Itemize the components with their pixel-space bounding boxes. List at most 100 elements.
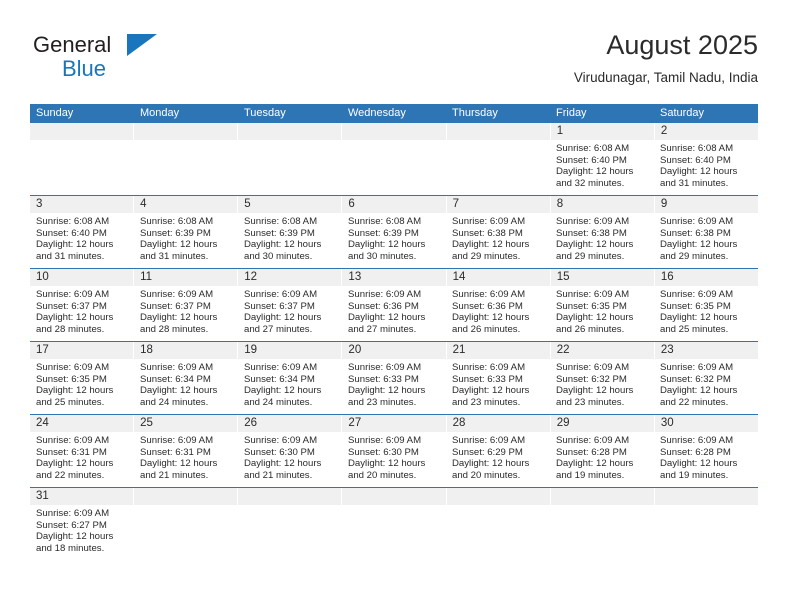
day-number[interactable]: 1 (550, 123, 654, 140)
daylight-text-line2: and 30 minutes. (244, 250, 313, 262)
day-number[interactable]: 10 (30, 269, 134, 286)
daylight-text-line2: and 22 minutes. (36, 469, 105, 481)
day-number[interactable]: 28 (446, 415, 550, 432)
day-cell-empty (342, 140, 446, 195)
daylight-text-line1: Daylight: 12 hours (556, 239, 634, 251)
day-number[interactable]: 21 (446, 342, 550, 359)
daylight-text-line1: Daylight: 12 hours (556, 312, 634, 324)
sunset-text: Sunset: 6:33 PM (348, 373, 419, 385)
day-number[interactable]: 15 (550, 269, 654, 286)
day-cell[interactable]: Sunrise: 6:09 AM Sunset: 6:37 PM Daylight:… (238, 286, 342, 341)
daylight-text-line2: and 26 minutes. (556, 323, 625, 335)
day-cell[interactable]: Sunrise: 6:08 AM Sunset: 6:39 PM Daylight:… (134, 213, 238, 268)
day-number[interactable]: 30 (654, 415, 758, 432)
day-cell[interactable]: Sunrise: 6:08 AM Sunset: 6:40 PM Daylight:… (550, 140, 654, 195)
day-cell[interactable]: Sunrise: 6:09 AM Sunset: 6:36 PM Daylight:… (342, 286, 446, 341)
day-cell[interactable]: Sunrise: 6:09 AM Sunset: 6:31 PM Daylight:… (30, 432, 134, 487)
sunrise-text: Sunrise: 6:09 AM (348, 362, 422, 373)
sunrise-text: Sunrise: 6:09 AM (556, 289, 630, 300)
daylight-text-line2: and 28 minutes. (140, 323, 209, 335)
day-cell[interactable]: Sunrise: 6:09 AM Sunset: 6:35 PM Daylight:… (30, 359, 134, 414)
day-number[interactable]: 23 (654, 342, 758, 359)
page-title: August 2025 (606, 30, 758, 60)
day-cell[interactable]: Sunrise: 6:09 AM Sunset: 6:28 PM Daylight:… (550, 432, 654, 487)
day-cell[interactable]: Sunrise: 6:08 AM Sunset: 6:40 PM Daylight:… (30, 213, 134, 268)
day-number[interactable]: 29 (550, 415, 654, 432)
day-number[interactable]: 6 (342, 196, 446, 213)
general-blue-logo[interactable]: General Blue (33, 32, 163, 88)
day-cell[interactable]: Sunrise: 6:09 AM Sunset: 6:30 PM Daylight:… (238, 432, 342, 487)
daylight-text-line1: Daylight: 12 hours (556, 458, 634, 470)
day-cell[interactable]: Sunrise: 6:08 AM Sunset: 6:39 PM Daylight:… (238, 213, 342, 268)
day-cell[interactable]: Sunrise: 6:09 AM Sunset: 6:38 PM Daylight:… (446, 213, 550, 268)
day-number[interactable]: 25 (134, 415, 238, 432)
daylight-text-line2: and 29 minutes. (556, 250, 625, 262)
day-cell-empty (654, 505, 758, 560)
sunrise-text: Sunrise: 6:09 AM (244, 289, 318, 300)
day-cell[interactable]: Sunrise: 6:09 AM Sunset: 6:29 PM Daylight:… (446, 432, 550, 487)
day-number[interactable]: 3 (30, 196, 134, 213)
day-number[interactable]: 14 (446, 269, 550, 286)
day-number[interactable]: 9 (654, 196, 758, 213)
sunset-text: Sunset: 6:31 PM (36, 446, 107, 458)
daylight-text-line1: Daylight: 12 hours (244, 312, 322, 324)
daylight-text-line1: Daylight: 12 hours (140, 312, 218, 324)
week-date-band: 10 11 12 13 14 15 16 (30, 269, 758, 286)
day-number[interactable]: 19 (238, 342, 342, 359)
day-cell[interactable]: Sunrise: 6:09 AM Sunset: 6:32 PM Daylight:… (654, 359, 758, 414)
day-cell[interactable]: Sunrise: 6:09 AM Sunset: 6:35 PM Daylight:… (654, 286, 758, 341)
sunset-text: Sunset: 6:39 PM (140, 227, 211, 239)
day-cell[interactable]: Sunrise: 6:08 AM Sunset: 6:40 PM Daylight:… (654, 140, 758, 195)
day-cell[interactable]: Sunrise: 6:09 AM Sunset: 6:37 PM Daylight:… (30, 286, 134, 341)
day-number[interactable]: 4 (134, 196, 238, 213)
sunset-text: Sunset: 6:38 PM (660, 227, 731, 239)
day-cell[interactable]: Sunrise: 6:09 AM Sunset: 6:35 PM Daylight:… (550, 286, 654, 341)
week-date-band: 24 25 26 27 28 29 30 (30, 415, 758, 432)
day-cell[interactable]: Sunrise: 6:09 AM Sunset: 6:27 PM Daylight:… (30, 505, 134, 560)
day-number[interactable]: 5 (238, 196, 342, 213)
daylight-text-line1: Daylight: 12 hours (660, 166, 738, 178)
sunrise-text: Sunrise: 6:09 AM (556, 435, 630, 446)
sunset-text: Sunset: 6:29 PM (452, 446, 523, 458)
day-number[interactable]: 2 (654, 123, 758, 140)
week-body-row: Sunrise: 6:08 AM Sunset: 6:40 PM Daylight:… (30, 140, 758, 195)
day-number[interactable]: 7 (446, 196, 550, 213)
day-cell[interactable]: Sunrise: 6:08 AM Sunset: 6:39 PM Daylight:… (342, 213, 446, 268)
day-number[interactable]: 22 (550, 342, 654, 359)
day-number[interactable]: 17 (30, 342, 134, 359)
day-number[interactable]: 12 (238, 269, 342, 286)
day-cell[interactable]: Sunrise: 6:09 AM Sunset: 6:31 PM Daylight:… (134, 432, 238, 487)
day-cell[interactable]: Sunrise: 6:09 AM Sunset: 6:33 PM Daylight:… (342, 359, 446, 414)
day-cell[interactable]: Sunrise: 6:09 AM Sunset: 6:38 PM Daylight:… (654, 213, 758, 268)
daylight-text-line2: and 21 minutes. (244, 469, 313, 481)
day-number[interactable]: 31 (30, 488, 134, 505)
sunrise-text: Sunrise: 6:09 AM (244, 435, 318, 446)
day-cell[interactable]: Sunrise: 6:09 AM Sunset: 6:30 PM Daylight:… (342, 432, 446, 487)
day-number[interactable]: 27 (342, 415, 446, 432)
day-cell[interactable]: Sunrise: 6:09 AM Sunset: 6:37 PM Daylight:… (134, 286, 238, 341)
sunset-text: Sunset: 6:40 PM (660, 154, 731, 166)
day-number[interactable]: 11 (134, 269, 238, 286)
day-cell[interactable]: Sunrise: 6:09 AM Sunset: 6:34 PM Daylight:… (238, 359, 342, 414)
day-number[interactable]: 20 (342, 342, 446, 359)
day-number[interactable]: 24 (30, 415, 134, 432)
day-cell[interactable]: Sunrise: 6:09 AM Sunset: 6:36 PM Daylight:… (446, 286, 550, 341)
day-cell[interactable]: Sunrise: 6:09 AM Sunset: 6:38 PM Daylight:… (550, 213, 654, 268)
sunrise-text: Sunrise: 6:09 AM (452, 289, 526, 300)
daylight-text-line2: and 31 minutes. (140, 250, 209, 262)
day-number-empty (446, 488, 550, 505)
day-number[interactable]: 8 (550, 196, 654, 213)
day-cell[interactable]: Sunrise: 6:09 AM Sunset: 6:32 PM Daylight:… (550, 359, 654, 414)
day-cell[interactable]: Sunrise: 6:09 AM Sunset: 6:28 PM Daylight:… (654, 432, 758, 487)
sunset-text: Sunset: 6:35 PM (36, 373, 107, 385)
day-cell[interactable]: Sunrise: 6:09 AM Sunset: 6:33 PM Daylight:… (446, 359, 550, 414)
sunset-text: Sunset: 6:38 PM (556, 227, 627, 239)
day-number[interactable]: 26 (238, 415, 342, 432)
sunrise-text: Sunrise: 6:09 AM (660, 289, 734, 300)
day-number[interactable]: 13 (342, 269, 446, 286)
sunrise-text: Sunrise: 6:09 AM (140, 289, 214, 300)
day-number[interactable]: 18 (134, 342, 238, 359)
daylight-text-line1: Daylight: 12 hours (348, 312, 426, 324)
day-number[interactable]: 16 (654, 269, 758, 286)
day-cell[interactable]: Sunrise: 6:09 AM Sunset: 6:34 PM Daylight:… (134, 359, 238, 414)
